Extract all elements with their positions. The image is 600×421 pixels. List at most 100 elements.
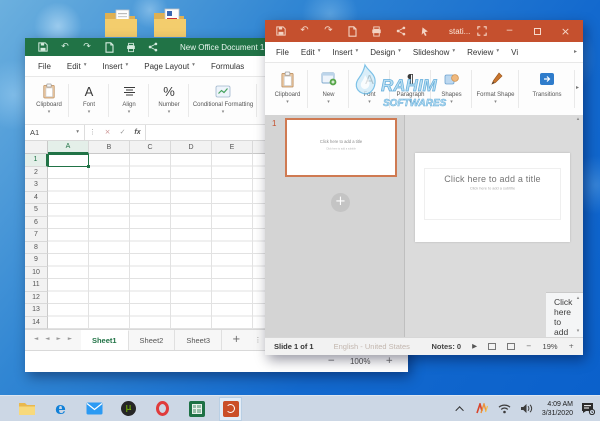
normal-view-button[interactable] (488, 343, 496, 350)
powerpoint-titlebar[interactable]: ↶ ↷ stati... − × (265, 20, 583, 42)
excel-ribbon-clipboard[interactable]: Clipboard ▾ (29, 77, 69, 124)
excel-row-header-6[interactable]: 6 (25, 217, 48, 230)
zoom-in-button[interactable]: + (385, 357, 393, 366)
ppt-ribbon-new[interactable]: New ▾ (308, 63, 349, 115)
name-box[interactable]: A1 ▾ (25, 125, 85, 140)
redo-icon[interactable]: ↷ (323, 25, 334, 37)
excel-row-header-4[interactable]: 4 (25, 192, 48, 205)
sheet-tab-sheet2[interactable]: Sheet2 (129, 330, 176, 350)
excel-row-header-13[interactable]: 13 (25, 304, 48, 317)
ppt-ribbon-clipboard[interactable]: Clipboard ▾ (267, 63, 308, 115)
ppt-ribbon-font[interactable]: A Font ▾ (349, 63, 390, 115)
excel-column-header-D[interactable]: D (171, 141, 212, 154)
cancel-entry-button[interactable]: × (100, 129, 115, 136)
print-icon[interactable] (126, 42, 136, 53)
desktop-folder-icon[interactable] (102, 6, 138, 42)
zoom-in-button[interactable]: + (569, 343, 574, 350)
excel-row-header-14[interactable]: 14 (25, 317, 48, 330)
excel-column-header-B[interactable]: B (89, 141, 130, 154)
excel-menu-page-layout[interactable]: Page Layout▾ (144, 62, 195, 71)
zoom-out-button[interactable]: − (327, 357, 335, 366)
zoom-out-button[interactable]: − (526, 343, 531, 350)
scroll-up-icon[interactable]: ▴ (577, 117, 580, 122)
ribbon-more-icon[interactable]: ▸ (576, 85, 579, 91)
maximize-button[interactable] (532, 26, 543, 37)
fullscreen-icon[interactable] (476, 26, 487, 37)
excel-column-header-C[interactable]: C (130, 141, 171, 154)
ppt-ribbon-format-shape[interactable]: Format Shape ▾ (472, 63, 519, 115)
desktop-folder-icon-2[interactable] (151, 6, 187, 42)
ppt-menu-review[interactable]: Review▾ (467, 48, 499, 57)
notes-count-label[interactable]: Notes: 0 (431, 342, 461, 351)
notes-pane[interactable]: Click here to add notes ▴ ▾ (546, 292, 583, 337)
excel-row-header-11[interactable]: 11 (25, 279, 48, 292)
excel-row-header-1[interactable]: 1 (25, 154, 48, 167)
previous-sheet-icon[interactable]: ◄ (45, 337, 49, 343)
powerpoint-taskbar-icon[interactable] (219, 397, 242, 421)
menu-more-icon[interactable]: ▸ (574, 49, 583, 55)
excel-row-header-10[interactable]: 10 (25, 267, 48, 280)
selected-cell-a1[interactable] (48, 154, 89, 167)
excel-ribbon-conditional-formatting[interactable]: Conditional Formatting ▾ (189, 77, 257, 124)
taskbar-clock[interactable]: 4:09 AM 3/31/2020 (542, 400, 573, 418)
excel-row-header-8[interactable]: 8 (25, 242, 48, 255)
redo-icon[interactable]: ↷ (82, 42, 92, 53)
excel-column-header-A[interactable]: A (48, 141, 89, 154)
excel-ribbon-number[interactable]: % Number ▾ (149, 77, 189, 124)
excel-row-header-9[interactable]: 9 (25, 254, 48, 267)
excel-ribbon-align[interactable]: Align ▾ (109, 77, 149, 124)
show-hidden-icons-chevron[interactable] (454, 402, 468, 416)
slide-thumbnails-panel[interactable]: 1 Click here to add a title Click here t… (265, 115, 405, 337)
insert-function-button[interactable]: fx (130, 129, 145, 136)
close-button[interactable]: × (560, 26, 571, 37)
excel-row-header-5[interactable]: 5 (25, 204, 48, 217)
action-center-icon[interactable] (581, 402, 595, 416)
wifi-tray-icon[interactable] (498, 402, 512, 416)
save-icon[interactable] (275, 25, 286, 37)
ppt-menu-view-clipped[interactable]: Vi (511, 48, 518, 57)
first-sheet-icon[interactable]: ◄ (34, 337, 38, 343)
share-icon[interactable] (395, 25, 406, 37)
ppt-menu-insert[interactable]: Insert▾ (332, 48, 358, 57)
utorrent-taskbar-icon[interactable]: µ (117, 397, 140, 421)
ppt-menu-file[interactable]: File (276, 48, 289, 57)
file-explorer-taskbar-icon[interactable] (15, 397, 38, 421)
add-sheet-button[interactable]: + (232, 335, 240, 345)
new-document-icon[interactable] (104, 42, 114, 53)
presenter-pointer-icon[interactable] (419, 25, 430, 37)
pen-tool-tray-icon[interactable] (476, 402, 490, 416)
slide-sorter-view-button[interactable] (507, 343, 515, 350)
select-all-corner[interactable] (25, 141, 48, 154)
slideshow-play-button[interactable]: ▶ (472, 343, 477, 350)
add-slide-button[interactable]: + (331, 193, 350, 212)
slide-editing-area[interactable]: Click here to add a title Click here to … (405, 115, 583, 337)
save-icon[interactable] (38, 42, 48, 53)
excel-menu-edit[interactable]: Edit▾ (67, 62, 87, 71)
language-label[interactable]: English - United States (334, 342, 410, 351)
undo-icon[interactable]: ↶ (60, 42, 70, 53)
print-icon[interactable] (371, 25, 382, 37)
ppt-menu-slideshow[interactable]: Slideshow▾ (413, 48, 455, 57)
edge-taskbar-icon[interactable]: e (49, 397, 72, 421)
excel-row-header-12[interactable]: 12 (25, 292, 48, 305)
new-document-icon[interactable] (347, 25, 358, 37)
confirm-entry-button[interactable]: ✓ (115, 129, 130, 136)
opera-taskbar-icon[interactable] (151, 397, 174, 421)
excel-menu-file[interactable]: File (38, 62, 51, 71)
scroll-down-icon[interactable]: ▾ (577, 329, 580, 334)
excel-row-header-3[interactable]: 3 (25, 179, 48, 192)
slide-canvas[interactable]: Click here to add a title Click here to … (415, 153, 570, 242)
sheet-tab-sheet3[interactable]: Sheet3 (175, 330, 222, 350)
ppt-ribbon-shapes[interactable]: Shapes ▾ (431, 63, 472, 115)
excel-column-header-E[interactable]: E (212, 141, 253, 154)
excel-row-header-2[interactable]: 2 (25, 167, 48, 180)
slide-thumbnail-1[interactable]: Click here to add a title Click here to … (285, 118, 397, 177)
excel-menu-formulas[interactable]: Formulas (211, 62, 244, 71)
slide-subtitle-placeholder[interactable]: Click here to add a subtitle (450, 187, 535, 191)
undo-icon[interactable]: ↶ (299, 25, 310, 37)
excel-taskbar-icon[interactable] (185, 397, 208, 421)
excel-row-header-7[interactable]: 7 (25, 229, 48, 242)
last-sheet-icon[interactable]: ► (68, 337, 72, 343)
excel-ribbon-font[interactable]: A Font ▾ (69, 77, 109, 124)
ppt-ribbon-paragraph[interactable]: ¶ Paragraph ▾ (390, 63, 431, 115)
